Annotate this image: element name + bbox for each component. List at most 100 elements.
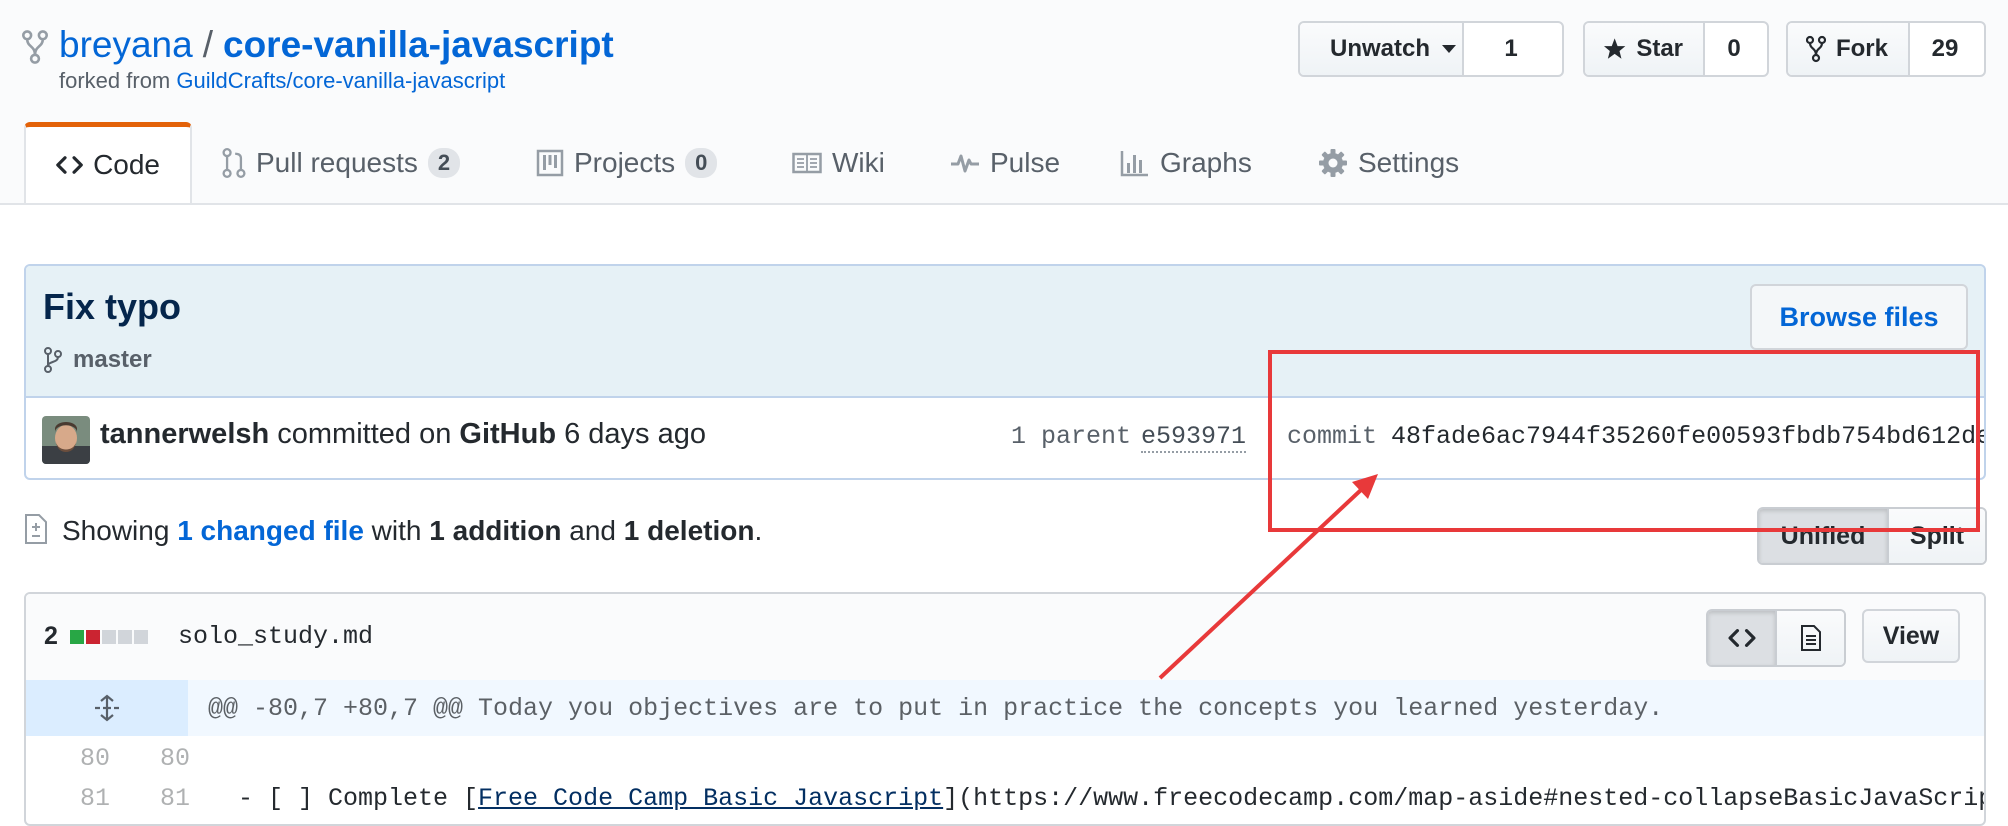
unified-button[interactable]: Unified bbox=[1759, 509, 1889, 563]
commit-sha-value[interactable]: 48fade6ac7944f35260fe00593fbdb754bd612de bbox=[1391, 422, 1984, 451]
hunk-text: @@ -80,7 +80,7 @@ Today you objectives a… bbox=[208, 694, 1664, 723]
commit-title: Fix typo bbox=[43, 286, 182, 327]
commit-author-line: tannerwelsh committed on GitHub 6 days a… bbox=[100, 418, 706, 451]
commit-sha-label: commit bbox=[1287, 422, 1378, 451]
browse-files-button[interactable]: Browse files bbox=[1750, 284, 1968, 350]
rich-diff-button[interactable] bbox=[1777, 611, 1844, 665]
tab-pull-requests[interactable]: Pull requests 2 bbox=[222, 123, 461, 203]
split-button[interactable]: Split bbox=[1889, 509, 1985, 563]
forked-from-label: forked from bbox=[59, 68, 177, 93]
expand-hunk-button[interactable] bbox=[26, 680, 188, 736]
changed-files-link[interactable]: 1 changed file bbox=[177, 515, 364, 546]
diff-line: 80 80 bbox=[26, 736, 1984, 776]
unwatch-label: Unwatch bbox=[1330, 35, 1431, 62]
file-name-link[interactable]: solo_study.md bbox=[178, 622, 373, 651]
fork-label: Fork bbox=[1835, 35, 1888, 62]
new-line-number[interactable]: 80 bbox=[130, 744, 190, 773]
commit-time: 6 days ago bbox=[556, 418, 707, 450]
tab-pull-requests-label: Pull requests bbox=[256, 147, 418, 178]
summary-prefix: Showing bbox=[62, 515, 178, 546]
commit-platform: GitHub bbox=[459, 418, 557, 450]
watch-button-group: Unwatch 1 bbox=[1298, 21, 1564, 77]
file-diff: 2 solo_study.md View @@ -80,7 +80,7 @@ T… bbox=[24, 592, 1986, 826]
book-icon bbox=[792, 152, 822, 174]
avatar[interactable] bbox=[42, 416, 90, 464]
repo-owner-link[interactable]: breyana bbox=[59, 24, 193, 65]
parent-sha-link[interactable]: e593971 bbox=[1141, 422, 1247, 453]
summary-with: with bbox=[363, 515, 430, 546]
unwatch-button[interactable]: Unwatch bbox=[1300, 23, 1464, 75]
diffstat: 2 bbox=[44, 622, 148, 651]
deletions-count: 1 deletion bbox=[623, 515, 755, 546]
new-line-number[interactable]: 81 bbox=[130, 784, 190, 813]
tab-pulse[interactable]: Pulse bbox=[950, 123, 1060, 203]
old-line-number[interactable]: 80 bbox=[50, 744, 110, 773]
line-code-link-text: Free Code Camp Basic Javascript bbox=[478, 784, 944, 813]
unfold-icon bbox=[95, 694, 119, 722]
forks-count[interactable]: 29 bbox=[1910, 23, 1980, 75]
star-button[interactable]: Star bbox=[1585, 23, 1705, 75]
commit-author[interactable]: tannerwelsh bbox=[100, 418, 269, 450]
chevron-down-icon bbox=[1442, 45, 1457, 53]
pulse-icon bbox=[951, 154, 979, 173]
commit-header: Fix typo master Browse files bbox=[26, 266, 1984, 398]
branch-name[interactable]: master bbox=[73, 346, 152, 374]
gear-icon bbox=[1319, 149, 1347, 177]
pull-requests-counter: 2 bbox=[427, 148, 461, 178]
tab-pulse-label: Pulse bbox=[990, 147, 1061, 178]
tab-graphs[interactable]: Graphs bbox=[1120, 123, 1252, 203]
repo-header: breyana / core-vanilla-javascript forked f… bbox=[0, 0, 2008, 205]
commit-branch: master bbox=[43, 346, 152, 374]
graph-icon bbox=[1120, 151, 1148, 177]
star-label: Star bbox=[1636, 35, 1683, 62]
forked-from-text: forked from GuildCrafts/core-vanilla-jav… bbox=[59, 68, 505, 94]
tab-wiki-label: Wiki bbox=[832, 147, 885, 178]
tab-graphs-label: Graphs bbox=[1160, 147, 1252, 178]
file-icon bbox=[1800, 625, 1821, 651]
repo-forked-icon bbox=[22, 30, 48, 64]
changes-count: 2 bbox=[44, 622, 58, 650]
hunk-header: @@ -80,7 +80,7 @@ Today you objectives a… bbox=[26, 680, 1984, 736]
watchers-count[interactable]: 1 bbox=[1464, 23, 1558, 75]
commit-parent: 1 parent e593971 bbox=[1011, 422, 1247, 453]
diff-summary: Showing 1 changed file with 1 addition a… bbox=[62, 515, 762, 547]
fork-button[interactable]: Fork bbox=[1788, 23, 1910, 75]
tab-code[interactable]: Code bbox=[24, 122, 192, 203]
summary-and: and bbox=[561, 515, 624, 546]
diffstat-blocks bbox=[69, 629, 148, 644]
file-display-toggle bbox=[1706, 609, 1846, 667]
star-icon bbox=[1603, 38, 1626, 59]
old-line-number[interactable]: 81 bbox=[50, 784, 110, 813]
repo-name-link[interactable]: core-vanilla-javascript bbox=[223, 24, 614, 65]
fork-button-group: Fork 29 bbox=[1786, 21, 1986, 77]
view-file-button[interactable]: View bbox=[1862, 609, 1960, 663]
forked-source-link[interactable]: GuildCrafts/core-vanilla-javascript bbox=[176, 68, 505, 93]
parent-label: 1 parent bbox=[1011, 422, 1132, 451]
pull-request-icon bbox=[222, 148, 246, 178]
tab-settings-label: Settings bbox=[1358, 147, 1460, 178]
line-code: - [ ] Complete [Free Code Camp Basic Jav… bbox=[208, 784, 1986, 813]
line-code-suffix: ](https://www.freecodecamp.com/map-aside… bbox=[943, 784, 1986, 813]
tab-wiki[interactable]: Wiki bbox=[792, 123, 885, 203]
fork-icon bbox=[1806, 35, 1826, 63]
project-icon bbox=[536, 149, 564, 177]
source-diff-button[interactable] bbox=[1708, 611, 1777, 665]
repo-path-separator: / bbox=[202, 24, 213, 65]
tab-settings[interactable]: Settings bbox=[1318, 123, 1459, 203]
star-button-group: Star 0 bbox=[1583, 21, 1769, 77]
code-icon bbox=[56, 156, 83, 174]
line-code-prefix: - [ ] Complete [ bbox=[208, 784, 479, 813]
diff-view-toggle: Unified Split bbox=[1757, 507, 1987, 565]
additions-count: 1 addition bbox=[429, 515, 562, 546]
projects-counter: 0 bbox=[685, 148, 718, 178]
tab-projects[interactable]: Projects 0 bbox=[536, 123, 718, 203]
tab-code-label: Code bbox=[93, 149, 160, 180]
commit-box: Fix typo master Browse files tannerwelsh… bbox=[24, 264, 1986, 480]
commit-sha: commit 48fade6ac7944f35260fe00593fbdb754b… bbox=[1287, 422, 1984, 451]
file-diff-icon bbox=[25, 514, 47, 544]
branch-icon bbox=[44, 347, 62, 373]
file-header: 2 solo_study.md View bbox=[26, 594, 1984, 682]
stargazers-count[interactable]: 0 bbox=[1705, 23, 1763, 75]
code-icon bbox=[1727, 629, 1756, 647]
summary-end: . bbox=[754, 515, 763, 546]
